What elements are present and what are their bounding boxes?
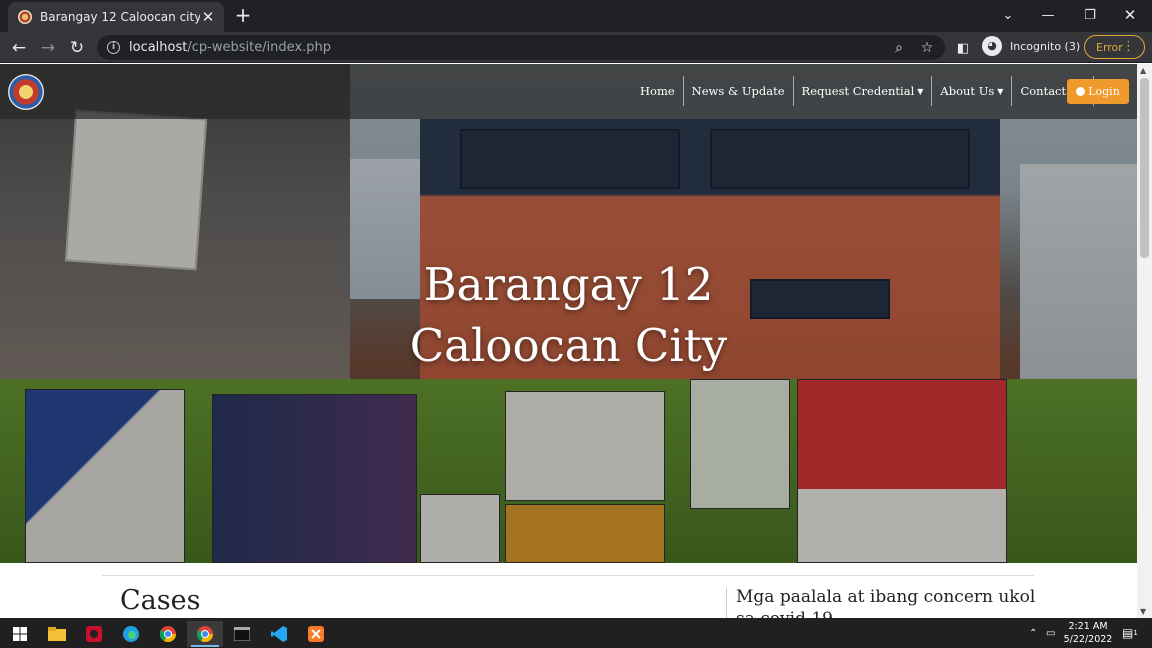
chrome-icon[interactable] — [150, 621, 186, 647]
section-divider — [102, 575, 1034, 576]
scroll-down-icon[interactable]: ▼ — [1140, 607, 1146, 616]
clock-time: 2:21 AM — [1068, 621, 1108, 632]
reload-button[interactable]: ↻ — [65, 36, 89, 60]
taskbar-clock[interactable]: 2:21 AM 5/22/2022 — [1062, 620, 1114, 646]
address-bar[interactable]: i localhost/cp-website/index.php ⌕ ☆ — [97, 35, 945, 60]
site-info-icon[interactable]: i — [107, 41, 120, 54]
barangay-seal-logo[interactable] — [8, 74, 44, 110]
hero-title: Barangay 12 Caloocan City — [0, 254, 1137, 376]
bookmark-star-icon[interactable]: ☆ — [917, 38, 937, 58]
side-panel-icon[interactable]: ◧ — [951, 36, 975, 60]
scroll-thumb[interactable] — [1140, 78, 1149, 258]
nav-request-credential[interactable]: Request Credential ▼ — [792, 76, 932, 106]
network-icon[interactable]: ▭ — [1046, 618, 1055, 648]
hero-title-line1: Barangay 12 — [423, 258, 714, 311]
nav-news[interactable]: News & Update — [682, 76, 793, 106]
tray-overflow-icon[interactable]: ⌃ — [1029, 618, 1037, 648]
hero-title-line2: Caloocan City — [409, 319, 728, 372]
zoom-search-icon[interactable]: ⌕ — [889, 38, 909, 58]
error-button[interactable]: Error ⋮ — [1084, 35, 1145, 59]
new-tab-button[interactable]: + — [232, 5, 254, 27]
covid-notice-heading: Mga paalala at ibang concern ukol sa cov… — [736, 587, 1036, 618]
chrome-incognito-icon[interactable] — [187, 621, 223, 647]
xampp-icon[interactable] — [298, 621, 334, 647]
incognito-label: Incognito (3) — [1010, 39, 1081, 53]
scroll-up-icon[interactable]: ▲ — [1140, 66, 1146, 75]
incognito-profile-button[interactable]: ◕ Incognito (3) — [982, 36, 1080, 56]
notification-icon[interactable]: ▤ 1 — [1122, 618, 1138, 648]
login-button[interactable]: Login — [1067, 79, 1129, 104]
file-explorer-icon[interactable] — [39, 621, 75, 647]
caret-down-icon: ▼ — [997, 86, 1004, 96]
app-icon[interactable] — [76, 621, 112, 647]
nav-home[interactable]: Home — [632, 76, 683, 106]
close-tab-icon[interactable]: ✕ — [200, 8, 216, 26]
close-window-button[interactable]: ✕ — [1108, 0, 1152, 30]
browser-tab[interactable]: Barangay 12 Caloocan city ✕ — [8, 2, 224, 32]
site-menu: Home News & Update Request Credential ▼ A… — [632, 76, 1095, 106]
tab-title: Barangay 12 Caloocan city — [40, 10, 200, 24]
tab-search-icon[interactable]: ⌄ — [986, 0, 1030, 30]
browser-tab-strip: Barangay 12 Caloocan city ✕ + ⌄ — ❐ ✕ — [0, 0, 1152, 32]
edge-icon[interactable] — [113, 621, 149, 647]
site-favicon-icon — [18, 10, 32, 24]
windows-taskbar: ⌃ ▭ 2:21 AM 5/22/2022 ▤ 1 — [0, 618, 1152, 648]
clock-date: 5/22/2022 — [1063, 634, 1113, 645]
user-icon — [1076, 87, 1086, 96]
incognito-icon: ◕ — [982, 36, 1002, 56]
column-divider — [726, 588, 727, 618]
browser-toolbar: ← → ↻ i localhost/cp-website/index.php ⌕… — [0, 32, 1152, 63]
minimize-button[interactable]: — — [1026, 0, 1070, 30]
back-button[interactable]: ← — [7, 36, 31, 60]
menu-dots-icon[interactable]: ⋮ — [1122, 39, 1135, 55]
url-text: localhost/cp-website/index.php — [129, 40, 332, 55]
caret-down-icon: ▼ — [917, 86, 924, 96]
vscode-icon[interactable] — [261, 621, 297, 647]
site-navbar: Home News & Update Request Credential ▼ A… — [0, 64, 1137, 119]
nav-about[interactable]: About Us ▼ — [931, 76, 1011, 106]
forward-button[interactable]: → — [36, 36, 60, 60]
terminal-icon[interactable] — [224, 621, 260, 647]
page-scrollbar[interactable]: ▲ ▼ — [1137, 64, 1152, 618]
restore-button[interactable]: ❐ — [1068, 0, 1112, 30]
cases-heading: Cases — [120, 585, 201, 616]
windows-start-icon[interactable] — [2, 621, 38, 647]
error-label: Error — [1096, 40, 1123, 54]
page-viewport: Home News & Update Request Credential ▼ A… — [0, 64, 1152, 618]
